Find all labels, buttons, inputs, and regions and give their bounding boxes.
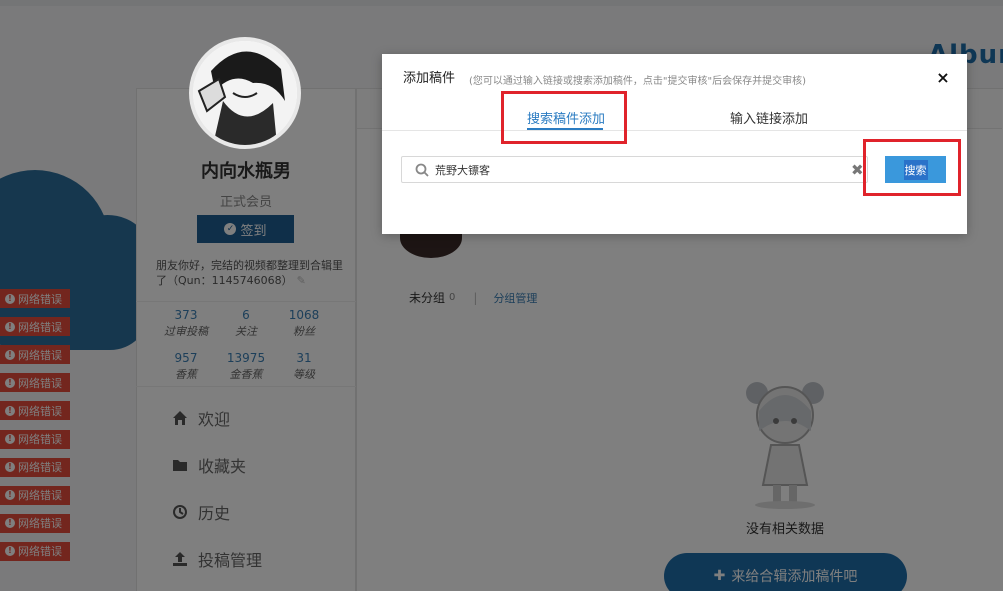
search-box: ✖	[401, 156, 868, 183]
dialog-subtitle: (您可以通过输入链接或搜索添加稿件，点击"提交审核"后会保存并提交审核)	[469, 76, 807, 87]
search-icon	[415, 163, 429, 177]
highlight-box-tab	[501, 91, 627, 144]
avatar-image	[193, 41, 297, 145]
close-icon[interactable]: ×	[935, 68, 951, 87]
tab-link-add[interactable]: 输入链接添加	[730, 108, 808, 127]
tab-divider	[382, 130, 967, 131]
clear-icon[interactable]: ✖	[851, 161, 864, 179]
dialog-title: 添加稿件	[403, 71, 456, 86]
search-input[interactable]	[435, 160, 815, 180]
avatar[interactable]	[189, 37, 301, 149]
highlight-box-search-button	[863, 139, 961, 196]
